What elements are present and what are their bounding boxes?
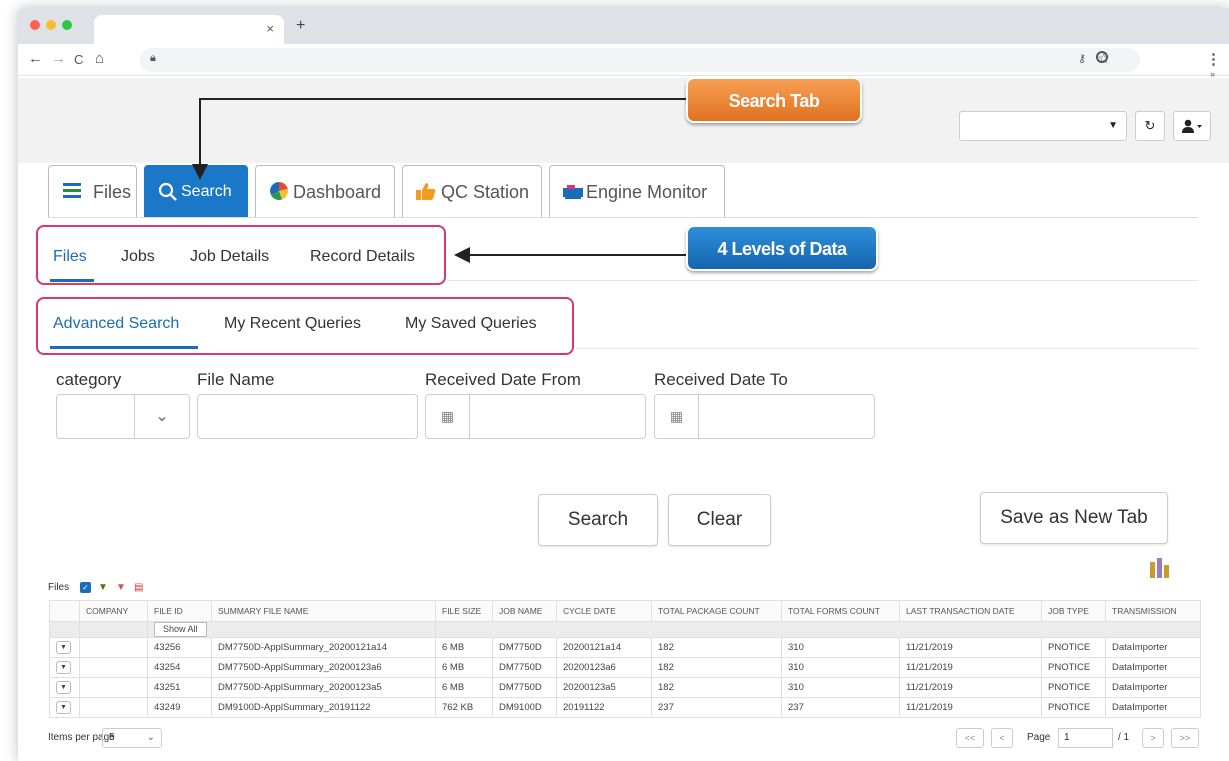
callout-arrows: [192, 98, 690, 263]
levels-callout: 4 Levels of Data: [686, 225, 878, 271]
search-tab-callout: Search Tab: [686, 77, 862, 123]
